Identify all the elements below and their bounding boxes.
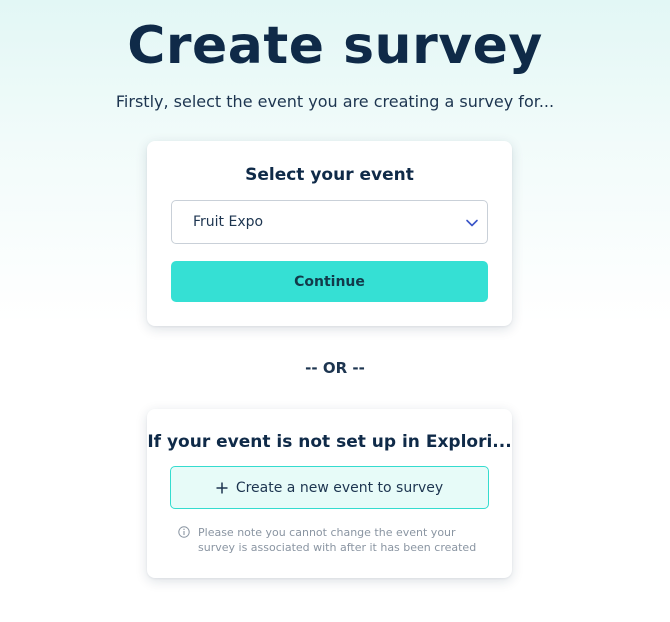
plus-icon — [216, 482, 228, 493]
create-event-heading: If your event is not set up in Explori..… — [147, 432, 512, 452]
select-event-card: Select your event Fruit Expo Continue — [147, 141, 512, 326]
or-divider: -- OR -- — [305, 359, 365, 377]
create-new-event-button[interactable]: Create a new event to survey — [170, 466, 489, 509]
create-event-card: If your event is not set up in Explori..… — [147, 409, 512, 578]
event-select-value: Fruit Expo — [193, 214, 264, 230]
page-subtitle: Firstly, select the event you are creati… — [115, 92, 555, 111]
page-title: Create survey — [127, 16, 543, 76]
event-select[interactable]: Fruit Expo — [171, 200, 488, 244]
chevron-down-icon — [466, 219, 478, 227]
continue-button[interactable]: Continue — [171, 261, 488, 302]
info-icon — [178, 526, 190, 538]
select-event-heading: Select your event — [245, 165, 414, 185]
create-new-event-label: Create a new event to survey — [235, 479, 444, 496]
note-text: Please note you cannot change the event … — [198, 526, 477, 554]
